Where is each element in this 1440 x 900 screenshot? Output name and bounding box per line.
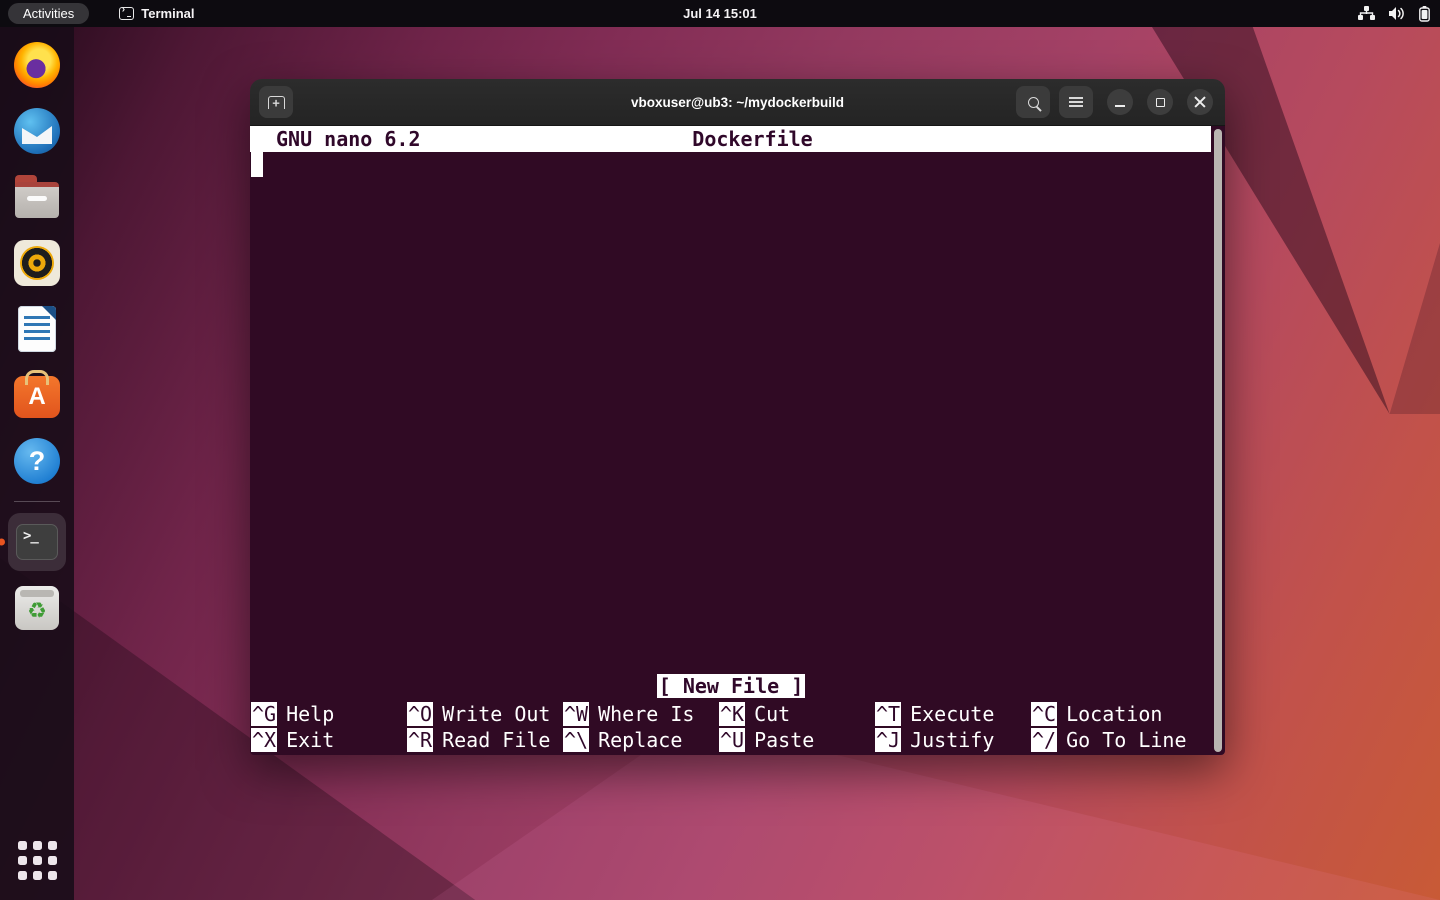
ubuntu-software-icon: A bbox=[14, 376, 60, 418]
nano-bottom-bars: [ New File ] ^G Help ^O Write Out ^W Where … bbox=[251, 673, 1211, 753]
dock-item-help[interactable]: ? bbox=[5, 429, 69, 493]
shortcut-label: Exit bbox=[286, 728, 335, 752]
shortcut-key: ^G bbox=[251, 702, 278, 726]
nano-version-label: GNU nano 6.2 bbox=[276, 127, 421, 151]
shortcut-label: Location bbox=[1066, 702, 1163, 726]
dock-item-firefox[interactable] bbox=[5, 33, 69, 97]
top-bar: Activities Terminal Jul 14 15:01 bbox=[0, 0, 1440, 27]
rhythmbox-icon bbox=[14, 240, 60, 286]
menu-button[interactable] bbox=[1059, 86, 1093, 118]
nano-title-bar: GNU nano 6.2 Dockerfile bbox=[250, 126, 1211, 152]
dock-item-app-grid[interactable] bbox=[5, 828, 69, 892]
volume-icon bbox=[1389, 7, 1404, 20]
shortcut-label: Cut bbox=[754, 702, 791, 726]
thunderbird-icon bbox=[14, 108, 60, 154]
shortcut-label: Execute bbox=[910, 702, 995, 726]
dock-item-ubuntu-software[interactable]: A bbox=[5, 363, 69, 427]
battery-icon bbox=[1419, 5, 1430, 22]
window-title: vboxuser@ub3: ~/mydockerbuild bbox=[630, 94, 845, 110]
hamburger-menu-icon bbox=[1069, 97, 1083, 107]
focused-app-label: Terminal bbox=[141, 6, 195, 21]
shortcut-key: ^C bbox=[1031, 702, 1058, 726]
app-grid-icon bbox=[17, 840, 57, 880]
search-icon bbox=[1027, 96, 1039, 108]
activities-button[interactable]: Activities bbox=[8, 3, 90, 24]
shortcut-label: Justify bbox=[910, 728, 995, 752]
nano-shortcut-row-1: ^G Help ^O Write Out ^W Where Is ^K Cut ^T Ex… bbox=[251, 701, 1211, 727]
shortcut-label: Replace bbox=[598, 728, 683, 752]
terminal-icon bbox=[16, 524, 58, 560]
shortcut-key: ^W bbox=[563, 702, 590, 726]
focused-app-indicator[interactable]: Terminal bbox=[119, 4, 195, 21]
dock-item-terminal[interactable] bbox=[0, 510, 69, 574]
terminal-running-indicator bbox=[0, 538, 5, 546]
shortcut-label: Where Is bbox=[598, 702, 695, 726]
shortcut-key: ^J bbox=[875, 728, 902, 752]
new-tab-button[interactable] bbox=[259, 86, 293, 118]
shortcut-key: ^R bbox=[407, 728, 434, 752]
shortcut-key: ^/ bbox=[1031, 728, 1058, 752]
terminal-mini-icon bbox=[119, 4, 135, 20]
new-tab-icon bbox=[267, 95, 285, 109]
shortcut-key: ^O bbox=[407, 702, 434, 726]
shortcut-key: ^X bbox=[251, 728, 278, 752]
shortcut-key: ^T bbox=[875, 702, 902, 726]
nano-status-badge: [ New File ] bbox=[656, 674, 806, 698]
shortcut-label: Paste bbox=[754, 728, 815, 752]
terminal-window: vboxuser@ub3: ~/mydockerbuild bbox=[250, 79, 1225, 755]
desktop: Activities Terminal Jul 14 15:01 bbox=[0, 0, 1440, 900]
window-headerbar[interactable]: vboxuser@ub3: ~/mydockerbuild bbox=[250, 79, 1225, 126]
minimize-button[interactable] bbox=[1107, 89, 1133, 115]
trash-icon: ♻ bbox=[15, 586, 59, 630]
shortcut-key: ^U bbox=[719, 728, 746, 752]
close-icon bbox=[1194, 96, 1206, 108]
dock-item-thunderbird[interactable] bbox=[5, 99, 69, 163]
search-button[interactable] bbox=[1016, 86, 1050, 118]
dock: A ? ♻ bbox=[0, 27, 74, 900]
clock[interactable]: Jul 14 15:01 bbox=[683, 6, 757, 21]
maximize-icon bbox=[1155, 97, 1165, 107]
files-icon bbox=[15, 175, 59, 218]
nano-status-line: [ New File ] bbox=[251, 673, 1211, 699]
libreoffice-writer-icon bbox=[18, 306, 56, 352]
shortcut-label: Go To Line bbox=[1066, 728, 1187, 752]
shortcut-label: Write Out bbox=[442, 702, 551, 726]
dock-item-rhythmbox[interactable] bbox=[5, 231, 69, 295]
shortcut-label: Help bbox=[286, 702, 335, 726]
help-icon: ? bbox=[14, 438, 60, 484]
shortcut-label: Read File bbox=[442, 728, 551, 752]
dock-item-files[interactable] bbox=[5, 165, 69, 229]
minimize-icon bbox=[1115, 105, 1125, 107]
firefox-icon bbox=[14, 42, 60, 88]
network-icon bbox=[1358, 6, 1375, 20]
dock-item-libreoffice-writer[interactable] bbox=[5, 297, 69, 361]
shortcut-key: ^K bbox=[719, 702, 746, 726]
nano-editor-area[interactable]: GNU nano 6.2 Dockerfile [ New File ] ^G H… bbox=[250, 126, 1225, 755]
terminal-scrollbar[interactable] bbox=[1214, 129, 1222, 752]
maximize-button[interactable] bbox=[1147, 89, 1173, 115]
nano-filename: Dockerfile bbox=[692, 127, 813, 151]
close-button[interactable] bbox=[1187, 89, 1213, 115]
shortcut-key: ^\ bbox=[563, 728, 590, 752]
dock-separator bbox=[14, 501, 60, 502]
dock-item-trash[interactable]: ♻ bbox=[5, 576, 69, 640]
system-tray[interactable] bbox=[1358, 0, 1430, 27]
nano-shortcut-row-2: ^X Exit ^R Read File ^\ Replace ^U Paste ^J J… bbox=[251, 727, 1211, 753]
text-cursor bbox=[251, 152, 263, 177]
